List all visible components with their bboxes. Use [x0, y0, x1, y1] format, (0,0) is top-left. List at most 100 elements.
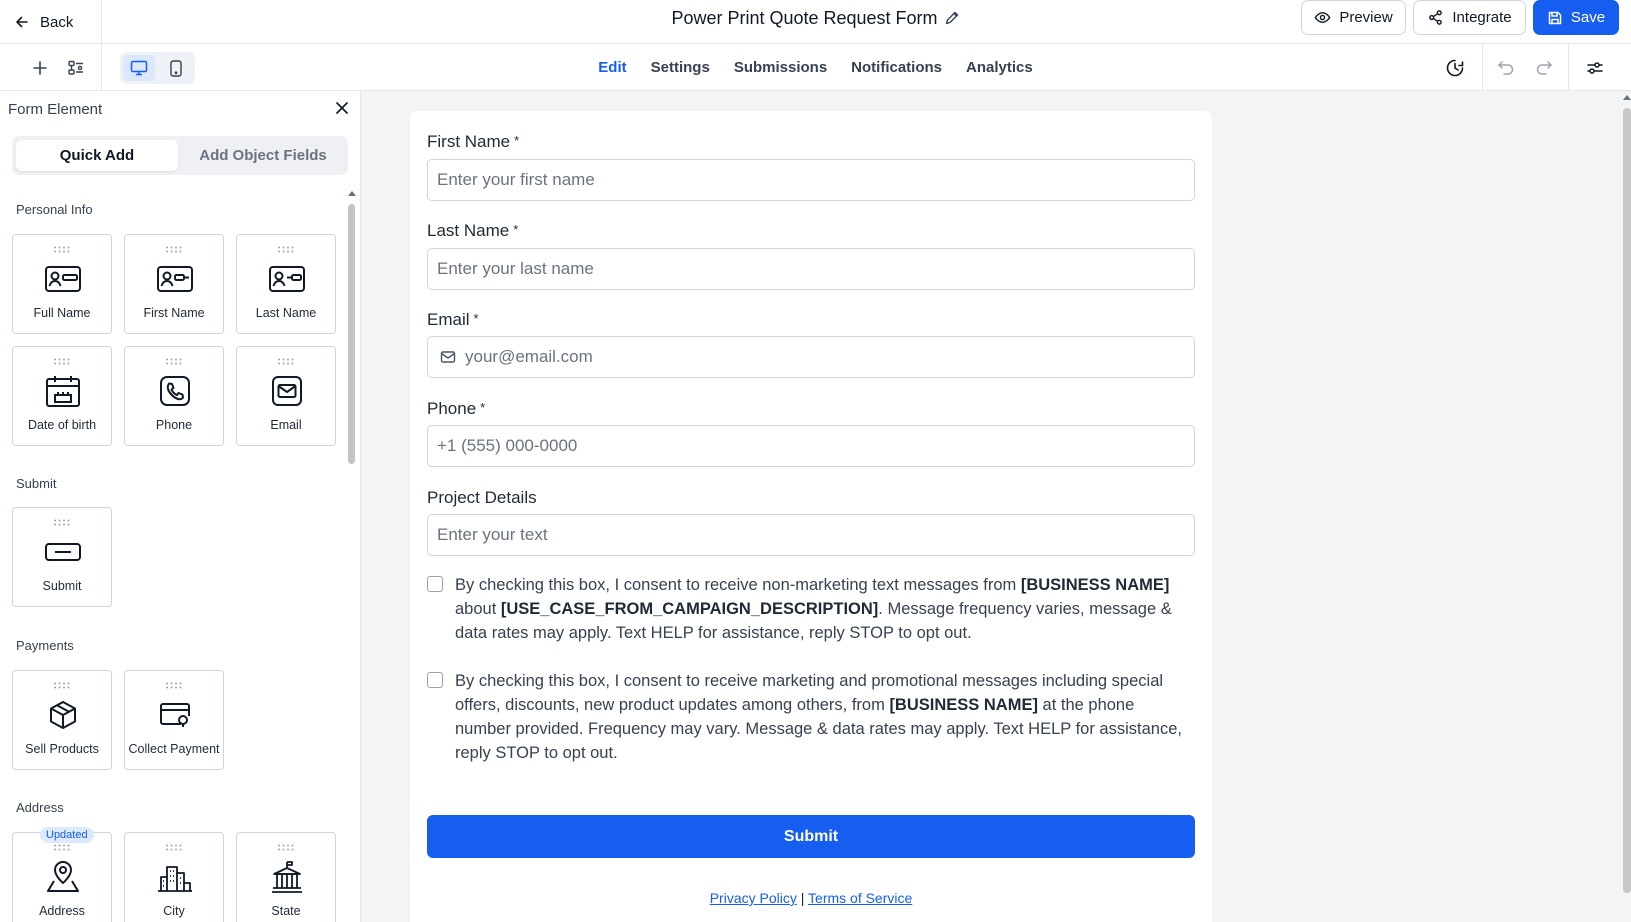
save-icon [1548, 11, 1562, 24]
close-icon[interactable] [333, 99, 351, 117]
sliders-icon [1587, 62, 1603, 74]
smartphone-icon [170, 59, 182, 77]
consent-marketing-text: By checking this box, I consent to recei… [455, 672, 1182, 762]
element-card-date-of-birth[interactable]: Date of birth [12, 346, 112, 446]
history-button[interactable] [1442, 55, 1468, 81]
consent-non-marketing-checkbox[interactable] [427, 576, 443, 592]
element-card-city[interactable]: City [124, 832, 224, 922]
element-card-label: Last Name [255, 306, 317, 320]
drag-grip-icon [54, 358, 70, 365]
mobile-view-button[interactable] [160, 55, 192, 81]
form-element-panel: Form Element Quick Add Add Object Fields… [0, 91, 361, 922]
button-icon [45, 543, 81, 561]
element-card-label: Full Name [33, 306, 91, 320]
save-label: Save [1570, 9, 1606, 26]
city-buildings-icon [158, 866, 192, 892]
last-name-input[interactable] [427, 248, 1195, 290]
element-card-label: First Name [143, 306, 205, 320]
drag-grip-icon [166, 246, 182, 253]
footer-links: Privacy Policy | Terms of Service [410, 890, 1212, 906]
integrate-label: Integrate [1452, 9, 1512, 26]
back-button[interactable]: Back [14, 0, 73, 44]
drag-grip-icon [166, 844, 182, 851]
submit-button[interactable]: Submit [427, 815, 1195, 858]
scroll-up-arrow[interactable] [348, 191, 356, 196]
form-title[interactable]: Power Print Quote Request Form [671, 8, 937, 29]
tab-submissions[interactable]: Submissions [734, 59, 827, 76]
capitol-building-icon [272, 861, 302, 893]
drag-grip-icon [54, 844, 70, 851]
drag-grip-icon [54, 682, 70, 689]
tab-settings[interactable]: Settings [651, 59, 710, 76]
element-card-sell-products[interactable]: Sell Products [12, 670, 112, 770]
mail-icon [440, 351, 456, 363]
privacy-policy-link[interactable]: Privacy Policy [710, 890, 797, 906]
drag-grip-icon [278, 358, 294, 365]
eye-icon [1314, 12, 1331, 23]
map-pin-icon [47, 861, 79, 892]
redo-icon [1536, 61, 1552, 75]
save-button[interactable]: Save [1533, 0, 1619, 35]
email-input[interactable] [427, 336, 1195, 378]
history-icon [1446, 59, 1464, 77]
consent-marketing-checkbox[interactable] [427, 672, 443, 688]
tab-analytics[interactable]: Analytics [966, 59, 1033, 76]
terms-of-service-link[interactable]: Terms of Service [808, 890, 912, 906]
first-name-input[interactable] [427, 159, 1195, 201]
drag-grip-icon [278, 844, 294, 851]
element-card-submit[interactable]: Submit [12, 507, 112, 607]
email-label: Email * [427, 310, 479, 329]
divider [1568, 44, 1569, 90]
desktop-view-button[interactable] [123, 55, 155, 81]
last-name-label: Last Name * [427, 221, 519, 240]
drag-grip-icon [166, 682, 182, 689]
phone-input[interactable] [427, 425, 1195, 467]
form-canvas: First Name* Last Name* Email* Phone* Pro… [362, 91, 1631, 922]
mail-icon [272, 376, 302, 406]
element-card-label: Phone [155, 418, 193, 432]
element-card-phone[interactable]: Phone [124, 346, 224, 446]
scroll-up-arrow[interactable] [1623, 95, 1631, 100]
add-object-fields-tab[interactable]: Add Object Fields [182, 140, 344, 171]
birthday-calendar-icon [46, 376, 80, 407]
project-details-label: Project Details [427, 488, 537, 507]
section-label-payments: Payments [16, 638, 74, 653]
quick-add-tab[interactable]: Quick Add [16, 140, 178, 171]
element-card-state[interactable]: State [236, 832, 336, 922]
monitor-icon [130, 60, 148, 76]
undo-button[interactable] [1493, 55, 1519, 81]
section-label-personal-info: Personal Info [16, 202, 93, 217]
canvas-scrollbar[interactable] [1623, 108, 1631, 893]
preview-button[interactable]: Preview [1301, 0, 1406, 35]
element-card-label: State [271, 904, 301, 918]
id-card-icon [269, 266, 305, 292]
integrate-button[interactable]: Integrate [1413, 0, 1526, 35]
updated-badge: Updated [40, 827, 94, 843]
element-card-email[interactable]: Email [236, 346, 336, 446]
element-card-collect-payment[interactable]: Collect Payment [124, 670, 224, 770]
panel-scrollbar[interactable] [348, 204, 355, 464]
drag-grip-icon [54, 246, 70, 253]
tab-notifications[interactable]: Notifications [851, 59, 942, 76]
section-label-address: Address [16, 800, 64, 815]
main-tabs: Edit Settings Submissions Notifications … [0, 44, 1631, 91]
element-card-first-name[interactable]: First Name [124, 234, 224, 334]
credit-card-icon [160, 703, 190, 727]
share-icon [1429, 10, 1443, 25]
panel-segmented-control: Quick Add Add Object Fields [12, 136, 348, 175]
style-settings-button[interactable] [1582, 55, 1608, 81]
project-details-input[interactable] [427, 514, 1195, 556]
element-card-address[interactable]: Updated Address [12, 827, 112, 922]
element-card-full-name[interactable]: Full Name [12, 234, 112, 334]
pencil-icon[interactable] [944, 10, 960, 26]
plus-icon [33, 61, 47, 75]
element-card-last-name[interactable]: Last Name [236, 234, 336, 334]
id-card-icon [45, 266, 81, 292]
element-card-label: City [163, 904, 185, 918]
layers-button[interactable] [63, 55, 89, 81]
drag-grip-icon [166, 358, 182, 365]
tab-edit[interactable]: Edit [598, 59, 626, 76]
redo-button[interactable] [1531, 55, 1557, 81]
add-element-button[interactable] [27, 55, 53, 81]
id-card-icon [157, 266, 193, 292]
